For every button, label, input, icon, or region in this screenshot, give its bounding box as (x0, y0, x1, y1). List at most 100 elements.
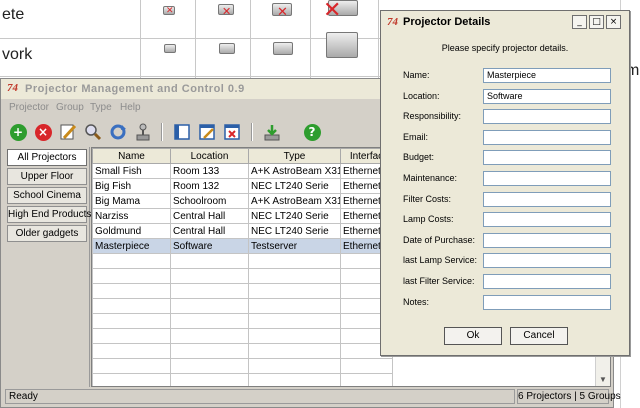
empty-cell (170, 343, 249, 359)
cell-location[interactable]: Central Hall (170, 223, 249, 239)
background-row-text: ete (2, 6, 25, 23)
menu-help[interactable]: Help (120, 102, 141, 113)
cell-type[interactable]: NEC LT240 Serie (248, 208, 341, 224)
cell-name[interactable]: Goldmund (92, 223, 171, 239)
table-row[interactable]: Goldmund Central Hall NEC LT240 Serie Ether… (92, 223, 393, 239)
columns-button[interactable] (171, 121, 193, 143)
menu-projector[interactable]: Projector (9, 102, 49, 113)
cell-type[interactable]: A+K AstroBeam X310 (248, 163, 341, 179)
add-icon: + (9, 123, 27, 141)
table-row-empty (92, 373, 393, 386)
refresh-icon (110, 124, 126, 140)
maximize-button[interactable]: □ (589, 15, 604, 29)
cell-name[interactable]: Big Mama (92, 193, 171, 209)
field-input[interactable] (483, 150, 611, 166)
search-button[interactable] (82, 121, 104, 143)
cell-name[interactable]: Masterpiece (92, 238, 171, 254)
columns-icon (174, 124, 190, 140)
minimize-button[interactable]: _ (572, 15, 587, 29)
cell-type[interactable]: A+K AstroBeam X310 (248, 193, 341, 209)
empty-cell (170, 253, 249, 269)
cell-location[interactable]: Room 133 (170, 163, 249, 179)
delete-projector-button[interactable]: × (32, 121, 54, 143)
column-header-name[interactable]: Name (92, 148, 171, 164)
cell-location[interactable]: Software (170, 238, 249, 254)
control-button[interactable] (132, 121, 154, 143)
field-input[interactable] (483, 191, 611, 207)
table-row[interactable]: Big Fish Room 132 NEC LT240 Serie Ethernet (92, 178, 393, 194)
cell-location[interactable]: Room 132 (170, 178, 249, 194)
group-high-end-products[interactable]: High End Products (7, 206, 91, 223)
table-row[interactable]: Big Mama Schoolroom A+K AstroBeam X310 Ethe… (92, 193, 393, 209)
empty-cell (170, 328, 249, 344)
field-label: last Filter Service: (403, 276, 475, 286)
table-row[interactable]: Small Fish Room 133 A+K AstroBeam X310 Ethe… (92, 163, 393, 179)
field-input[interactable] (483, 109, 611, 125)
main-window-title: Projector Management and Control 0.9 (25, 83, 245, 95)
help-button[interactable]: ? (301, 121, 323, 143)
field-input[interactable]: Masterpiece (483, 68, 611, 83)
field-input[interactable]: Software (483, 88, 611, 104)
field-input[interactable] (483, 274, 611, 289)
cell-location[interactable]: Schoolroom (170, 193, 249, 209)
table-row-empty (92, 283, 393, 299)
table-row[interactable]: Narziss Central Hall NEC LT240 Serie Ethern… (92, 208, 393, 224)
refresh-button[interactable] (107, 121, 129, 143)
status-text: Ready (5, 389, 515, 404)
close-window-icon (224, 124, 240, 140)
group-older-gadgets[interactable]: Older gadgets (7, 225, 87, 242)
menu-group[interactable]: Group (56, 102, 84, 113)
field-input[interactable] (483, 171, 611, 186)
empty-cell (248, 313, 341, 329)
cell-location[interactable]: Central Hall (170, 208, 249, 224)
download-button[interactable] (261, 121, 283, 143)
projector-network-icon (273, 42, 293, 55)
empty-cell (170, 313, 249, 329)
error-x-icon: ✕ (323, 0, 342, 23)
projector-network-icon (326, 32, 358, 58)
delete-icon: × (34, 123, 52, 141)
empty-cell (248, 358, 341, 374)
column-header-location[interactable]: Location (170, 148, 249, 164)
search-icon (85, 124, 102, 141)
cell-name[interactable]: Narziss (92, 208, 171, 224)
cancel-button[interactable]: Cancel (510, 327, 568, 345)
field-input[interactable] (483, 129, 611, 145)
status-counts: 6 Projectors | 5 Groups (517, 389, 621, 404)
field-input[interactable] (483, 232, 611, 248)
group-upper-floor[interactable]: Upper Floor (7, 168, 87, 185)
group-school-cinema[interactable]: School Cinema (7, 187, 87, 204)
cell-name[interactable]: Small Fish (92, 163, 171, 179)
ok-button[interactable]: Ok (444, 327, 502, 345)
empty-cell (92, 268, 171, 284)
cell-type[interactable]: NEC LT240 Serie (248, 178, 341, 194)
scroll-down-icon[interactable]: ▼ (598, 375, 608, 385)
edit-projector-button[interactable] (57, 121, 79, 143)
empty-cell (170, 298, 249, 314)
add-projector-button[interactable]: + (7, 121, 29, 143)
close-window-button[interactable] (221, 121, 243, 143)
table-row[interactable]: Masterpiece Software Testserver Ethernet (92, 238, 393, 254)
empty-cell (92, 343, 171, 359)
error-x-icon: ✕ (166, 6, 174, 16)
cell-name[interactable]: Big Fish (92, 178, 171, 194)
empty-cell (248, 268, 341, 284)
dialog-title-bar[interactable]: 74 Projector Details _ □ × (381, 11, 629, 33)
edit-window-button[interactable] (196, 121, 218, 143)
field-input[interactable] (483, 294, 611, 310)
field-input[interactable] (483, 212, 611, 228)
edit-window-icon (199, 124, 215, 140)
column-header-type[interactable]: Type (248, 148, 341, 164)
cell-type[interactable]: Testserver (248, 238, 341, 254)
close-button[interactable]: × (606, 15, 621, 29)
table-row-empty (92, 328, 393, 344)
menu-type[interactable]: Type (90, 102, 112, 113)
table-row-empty (92, 298, 393, 314)
table-header-row: Name Location Type Interfac (92, 148, 393, 164)
table-row-empty (92, 268, 393, 284)
group-all-projectors[interactable]: All Projectors (7, 149, 87, 166)
background-gridline (378, 0, 379, 80)
cell-type[interactable]: NEC LT240 Serie (248, 223, 341, 239)
field-input[interactable] (483, 253, 611, 269)
app-logo: 74 (7, 82, 18, 94)
